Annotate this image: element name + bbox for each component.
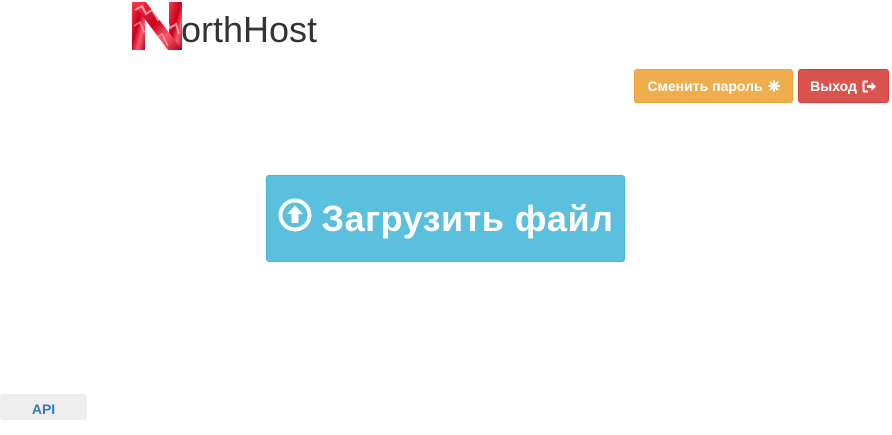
page: orthHost Сменить пароль Выход Загрузить … [0,0,892,435]
upload-file-label: Загрузить файл [321,197,614,239]
change-password-button[interactable]: Сменить пароль [634,69,793,103]
upload-file-button[interactable]: Загрузить файл [266,175,625,262]
account-actions: Сменить пароль Выход [634,69,889,103]
site-logo[interactable]: orthHost [132,0,318,50]
logo-text: orthHost [181,9,318,50]
n-logo-mark-icon [132,2,182,50]
change-password-label: Сменить пароль [647,78,763,94]
api-label: API [31,401,56,417]
logout-icon [862,80,877,93]
circle-arrow-up-icon [278,198,312,232]
logout-label: Выход [810,78,857,94]
asterisk-icon [767,80,780,92]
logout-button[interactable]: Выход [798,69,889,103]
api-link[interactable]: API [0,394,87,420]
